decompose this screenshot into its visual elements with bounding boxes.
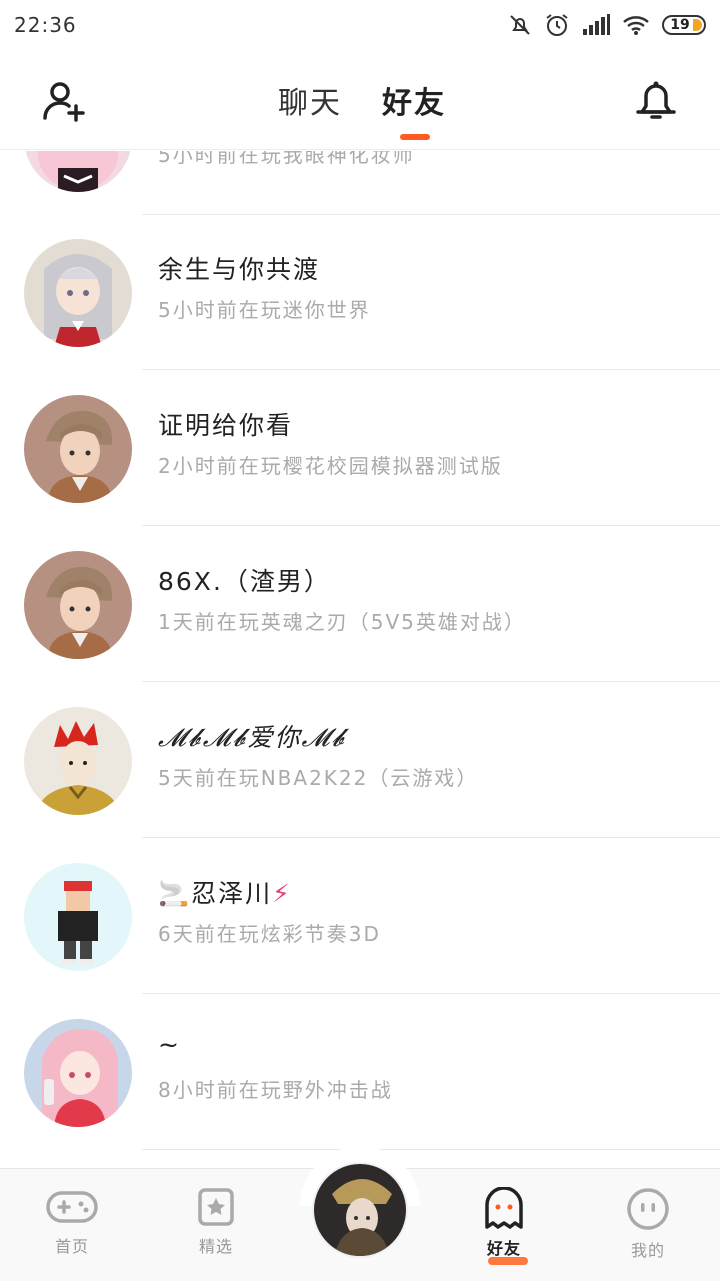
bell-icon[interactable] xyxy=(632,76,680,124)
friend-name: ~ xyxy=(158,1030,181,1059)
ghost-icon xyxy=(485,1186,523,1229)
battery-icon: 19 xyxy=(662,15,706,35)
avatar xyxy=(24,1019,132,1127)
list-item[interactable]: 5小时前在玩我眼神化妆师 xyxy=(0,151,720,215)
avatar xyxy=(24,151,132,192)
add-friend-icon[interactable] xyxy=(40,78,88,126)
friend-name: 86X.（渣男） xyxy=(158,567,331,596)
friend-status: 2小时前在玩樱花校园模拟器测试版 xyxy=(158,454,503,478)
friend-status: 6天前在玩炫彩节奏3D xyxy=(158,922,381,946)
friend-status: 8小时前在玩野外冲击战 xyxy=(158,1078,393,1102)
list-item[interactable]: 🚬忍泽川⚡ 6天前在玩炫彩节奏3D xyxy=(0,838,720,994)
list-item[interactable]: 证明给你看 2小时前在玩樱花校园模拟器测试版 xyxy=(0,370,720,526)
avatar xyxy=(24,551,132,659)
friend-name: 余生与你共渡 xyxy=(158,255,321,284)
status-icons: 19 xyxy=(508,12,706,38)
header-tabs: 聊天 好友 xyxy=(278,78,446,140)
face-icon xyxy=(627,1188,669,1230)
nav-featured[interactable]: 精选 xyxy=(166,1187,266,1257)
status-bar: 22:36 19 xyxy=(0,0,720,50)
avatar xyxy=(24,239,132,347)
nav-me[interactable]: 我的 xyxy=(598,1187,698,1261)
list-item[interactable]: 𝓜𝓫𝓜𝓫爱你𝓜𝓫 5天前在玩NBA2K22（云游戏） xyxy=(0,682,720,838)
tab-chat[interactable]: 聊天 xyxy=(278,78,342,122)
friend-name: 🚬忍泽川⚡ xyxy=(158,879,292,908)
list-item[interactable]: 86X.（渣男） 1天前在玩英魂之刃（5V5英雄对战） xyxy=(0,526,720,682)
nav-home[interactable]: 首页 xyxy=(22,1187,122,1257)
center-avatar-button[interactable] xyxy=(312,1162,408,1258)
friend-name: 证明给你看 xyxy=(158,411,294,440)
mute-bell-icon xyxy=(510,15,530,35)
top-header: 聊天 好友 xyxy=(0,50,720,150)
avatar xyxy=(24,707,132,815)
friend-name: 𝓜𝓫𝓜𝓫爱你𝓜𝓫 xyxy=(158,723,347,752)
tab-friends[interactable]: 好友 xyxy=(382,78,446,140)
zigzag-emoji: ⚡ xyxy=(272,879,292,908)
cigarette-emoji: 🚬 xyxy=(158,879,192,908)
friend-list[interactable]: 5小时前在玩我眼神化妆师 余生与你共渡 5小时前在玩迷你世界 证明给你看 2小时… xyxy=(0,151,720,1167)
friend-status: 5小时前在玩我眼神化妆师 xyxy=(158,151,415,167)
avatar xyxy=(24,863,132,971)
signal-icon xyxy=(583,14,610,35)
battery-level: 19 xyxy=(670,17,690,33)
nav-friends[interactable]: 好友 xyxy=(454,1186,554,1265)
alarm-icon xyxy=(546,14,568,36)
friend-status: 5天前在玩NBA2K22（云游戏） xyxy=(158,766,479,790)
wifi-icon xyxy=(623,16,649,35)
avatar xyxy=(24,395,132,503)
star-bookmark-icon xyxy=(198,1188,234,1226)
friend-status: 1天前在玩英魂之刃（5V5英雄对战） xyxy=(158,610,526,634)
status-time: 22:36 xyxy=(14,13,77,37)
gamepad-icon xyxy=(46,1191,98,1223)
list-item[interactable]: ~ 8小时前在玩野外冲击战 xyxy=(0,994,720,1150)
list-item[interactable]: 余生与你共渡 5小时前在玩迷你世界 xyxy=(0,214,720,370)
friend-status: 5小时前在玩迷你世界 xyxy=(158,298,371,322)
